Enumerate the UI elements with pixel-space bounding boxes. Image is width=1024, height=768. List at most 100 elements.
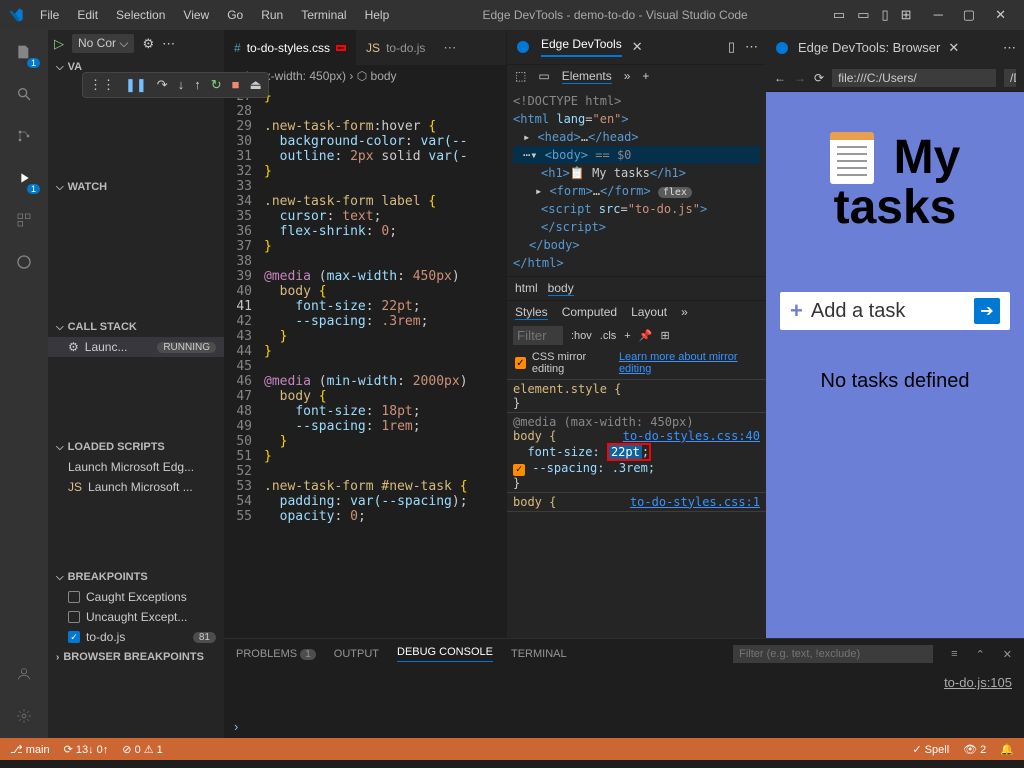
step-over-icon[interactable]: ↷ <box>157 77 168 93</box>
problems-indicator[interactable]: ⊘ 0 ⚠ 1 <box>122 743 163 756</box>
more-icon[interactable]: ⋯ <box>162 36 175 52</box>
tab-js[interactable]: JSto-do.js <box>356 30 435 65</box>
console-link[interactable]: to-do.js:105 <box>944 675 1012 690</box>
forward-icon[interactable]: → <box>794 71 806 85</box>
styles-tab[interactable]: Styles <box>515 305 548 320</box>
panel-close-icon[interactable]: ✕ <box>1003 648 1012 661</box>
breakpoint-item[interactable]: Caught Exceptions <box>48 587 224 607</box>
menu-go[interactable]: Go <box>219 4 251 26</box>
device-icon[interactable]: ▭ <box>538 69 549 84</box>
styles-filter-input[interactable] <box>513 326 563 345</box>
search-icon[interactable] <box>10 80 38 108</box>
explorer-icon[interactable]: 1 <box>10 38 38 66</box>
panel-tab-problems[interactable]: PROBLEMS 1 <box>236 648 316 660</box>
panel-tab-output[interactable]: OUTPUT <box>334 648 379 660</box>
dom-tree[interactable]: <!DOCTYPE html> <html lang="en"> ▸ <head… <box>507 88 766 276</box>
layout-icon[interactable]: ▯ <box>882 7 889 23</box>
breakpoint-item[interactable]: Uncaught Except... <box>48 607 224 627</box>
layout-icon[interactable]: ▭ <box>833 7 845 23</box>
more-icon[interactable]: ⋯ <box>745 39 758 55</box>
menu-terminal[interactable]: Terminal <box>293 4 354 26</box>
dom-crumb[interactable]: html <box>515 281 538 296</box>
rule-checkbox[interactable]: ✓ <box>513 464 525 476</box>
launch-config-select[interactable]: No Cor ⌵ <box>72 34 134 53</box>
browser-tab[interactable]: Edge DevTools: Browser <box>798 40 940 55</box>
watch-section[interactable]: ⌵WATCH <box>48 177 224 197</box>
menu-help[interactable]: Help <box>357 4 398 26</box>
split-icon[interactable]: ▯ <box>728 39 735 55</box>
edge-icon[interactable] <box>10 248 38 276</box>
run-debug-icon[interactable]: 1 <box>10 164 38 192</box>
account-icon[interactable] <box>10 660 38 688</box>
menu-selection[interactable]: Selection <box>108 4 173 26</box>
add-rule-icon[interactable]: + <box>624 330 630 342</box>
step-out-icon[interactable]: ↑ <box>194 77 201 93</box>
reload-icon[interactable]: ⟳ <box>814 71 824 85</box>
tab-overflow-icon[interactable]: ⋯ <box>435 40 464 56</box>
loaded-script-item[interactable]: JSLaunch Microsoft ... <box>48 477 224 497</box>
menu-view[interactable]: View <box>175 4 217 26</box>
panel-settings-icon[interactable]: ≡ <box>951 648 957 660</box>
add-tab-icon[interactable]: + <box>642 69 649 84</box>
loaded-scripts-section[interactable]: ⌵LOADED SCRIPTS <box>48 437 224 457</box>
minimize-button[interactable]: ─ <box>924 3 953 27</box>
settings-icon[interactable] <box>10 702 38 730</box>
stop-icon[interactable]: ■ <box>232 77 240 93</box>
panel-tab-debug-console[interactable]: DEBUG CONSOLE <box>397 646 493 662</box>
pause-icon[interactable]: ❚❚ <box>125 77 147 93</box>
drag-handle-icon[interactable]: ⋮⋮ <box>89 77 115 93</box>
tab-css[interactable]: #to-do-styles.css <box>224 30 356 65</box>
page-preview[interactable]: My tasks + Add a task ➔ No tasks defined <box>766 92 1024 710</box>
callstack-section[interactable]: ⌵CALL STACK <box>48 317 224 337</box>
notifications-icon[interactable]: 🔔 <box>1000 743 1014 756</box>
menu-edit[interactable]: Edit <box>69 4 106 26</box>
maximize-button[interactable]: ▢ <box>953 3 985 27</box>
inspect-icon[interactable]: ⬚ <box>515 69 526 84</box>
more-tabs-icon[interactable]: » <box>681 305 688 320</box>
elements-tab[interactable]: Elements <box>562 69 612 84</box>
sync-indicator[interactable]: ⟳ 13↓ 0↑ <box>64 743 109 756</box>
pin-icon[interactable]: 📌 <box>639 329 653 342</box>
browser-breakpoints-section[interactable]: ›BROWSER BREAKPOINTS <box>48 647 224 667</box>
source-link[interactable]: to-do-styles.css:1 <box>630 495 760 509</box>
more-tabs-icon[interactable]: » <box>624 69 631 84</box>
breakpoints-section[interactable]: ⌵BREAKPOINTS <box>48 567 224 587</box>
menu-run[interactable]: Run <box>253 4 291 26</box>
step-into-icon[interactable]: ↓ <box>178 77 185 93</box>
panel-expand-icon[interactable]: ⌃ <box>976 648 985 661</box>
gear-icon[interactable]: ⚙ <box>142 36 154 52</box>
restart-icon[interactable]: ↻ <box>211 77 222 93</box>
spell-indicator[interactable]: ✓ Spell <box>912 743 949 756</box>
breakpoint-item[interactable]: ✓to-do.js81 <box>48 627 224 647</box>
expand-icon[interactable]: ⊞ <box>660 329 669 342</box>
source-control-icon[interactable] <box>10 122 38 150</box>
panel-filter-input[interactable] <box>733 645 933 663</box>
back-icon[interactable]: ← <box>774 71 786 85</box>
computed-tab[interactable]: Computed <box>562 305 617 320</box>
mirror-checkbox[interactable]: ✓ <box>515 357 526 369</box>
live-indicator[interactable]: 👁 2 <box>963 743 986 756</box>
more-icon[interactable]: ⋯ <box>1003 40 1016 56</box>
layout-tab[interactable]: Layout <box>631 305 667 320</box>
add-task-form[interactable]: + Add a task ➔ <box>780 292 1010 330</box>
address-bar[interactable]: file:///C:/Users/ <box>832 69 996 87</box>
disconnect-icon[interactable]: ⏏ <box>249 77 261 93</box>
branch-indicator[interactable]: ⎇ main <box>10 743 50 756</box>
dom-crumb[interactable]: body <box>548 281 574 296</box>
tab-close-icon[interactable]: ✕ <box>948 40 959 56</box>
source-link[interactable]: to-do-styles.css:40 <box>623 429 760 443</box>
mirror-link[interactable]: Learn more about mirror editing <box>619 351 758 375</box>
cls-toggle[interactable]: .cls <box>600 330 617 342</box>
layout-icon[interactable]: ▭ <box>857 7 869 23</box>
start-debug-button[interactable]: ▷ <box>54 36 64 52</box>
devtools-tab[interactable]: Edge DevTools <box>541 37 622 57</box>
hov-toggle[interactable]: :hov <box>571 330 592 342</box>
menu-file[interactable]: File <box>32 4 67 26</box>
panel-tab-terminal[interactable]: TERMINAL <box>511 648 567 660</box>
loaded-script-item[interactable]: Launch Microsoft Edg... <box>48 457 224 477</box>
layout-icon[interactable]: ⊞ <box>901 7 912 23</box>
extensions-icon[interactable] <box>10 206 38 234</box>
tab-close-icon[interactable]: ✕ <box>632 39 643 55</box>
callstack-item[interactable]: ⚙Launc...RUNNING <box>48 337 224 357</box>
submit-icon[interactable]: ➔ <box>974 298 1000 324</box>
